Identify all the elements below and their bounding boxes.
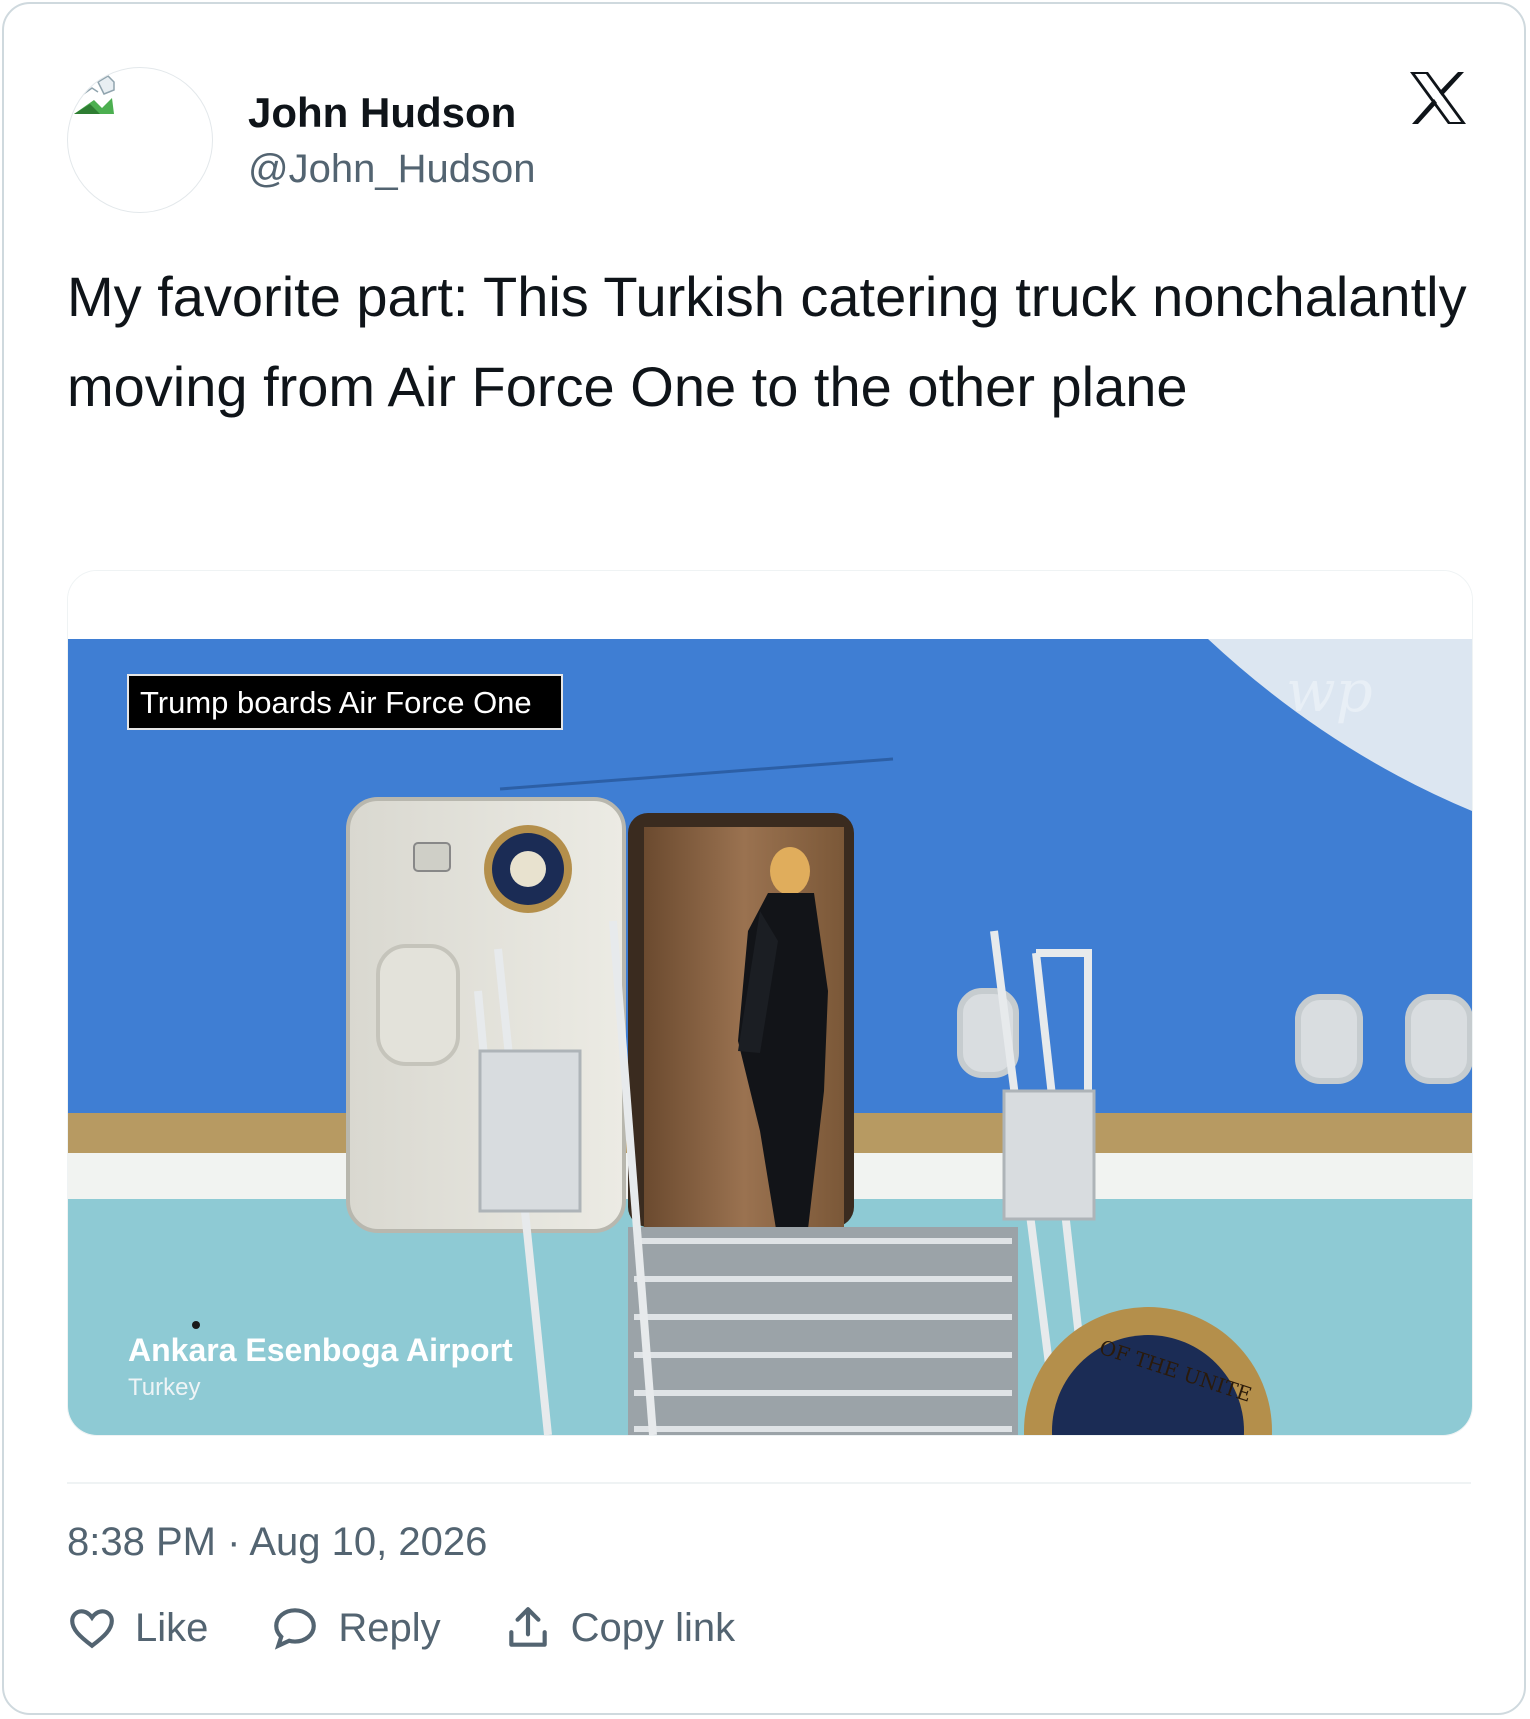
tweet-media[interactable]: OF THE UNITE wp Trump boards Air Force O…	[67, 570, 1473, 1436]
divider	[67, 1482, 1471, 1484]
caption-top: Trump boards Air Force One	[140, 685, 532, 720]
tweet-time: 8:38 PM	[67, 1520, 216, 1564]
broken-image-icon	[74, 75, 115, 114]
timestamp[interactable]: 8:38 PM · Aug 10, 2026	[67, 1516, 487, 1568]
location-subtitle: Turkey	[128, 1374, 200, 1401]
reply-label: Reply	[338, 1606, 441, 1650]
reply-button[interactable]: Reply	[270, 1603, 441, 1653]
avatar[interactable]	[67, 67, 213, 213]
copy-link-label: Copy link	[570, 1606, 736, 1650]
copy-link-button[interactable]: Copy link	[503, 1603, 736, 1653]
heart-icon	[70, 1609, 114, 1649]
like-button[interactable]: Like	[67, 1603, 208, 1653]
like-label: Like	[135, 1606, 209, 1650]
video-thumbnail: OF THE UNITE wp Trump boards Air Force O…	[68, 571, 1472, 1435]
location-title: Ankara Esenboga Airport	[128, 1332, 513, 1368]
tweet-text: My favorite part: This Turkish catering …	[67, 265, 1467, 418]
tweet-card: John Hudson @John_Hudson My favorite par…	[2, 2, 1526, 1715]
x-logo-icon[interactable]	[1408, 70, 1468, 126]
share-upload-icon	[508, 1607, 547, 1647]
author-name[interactable]: John Hudson	[248, 88, 535, 138]
timestamp-separator: ·	[227, 1520, 241, 1564]
author-handle[interactable]: @John_Hudson	[248, 144, 535, 194]
speech-bubble-icon	[274, 1608, 317, 1650]
watermark-text: wp	[1286, 657, 1373, 725]
tweet-date: Aug 10, 2026	[249, 1520, 488, 1564]
author-block[interactable]: John Hudson @John_Hudson	[248, 88, 535, 194]
action-bar: Like Reply Copy link	[67, 1598, 797, 1658]
